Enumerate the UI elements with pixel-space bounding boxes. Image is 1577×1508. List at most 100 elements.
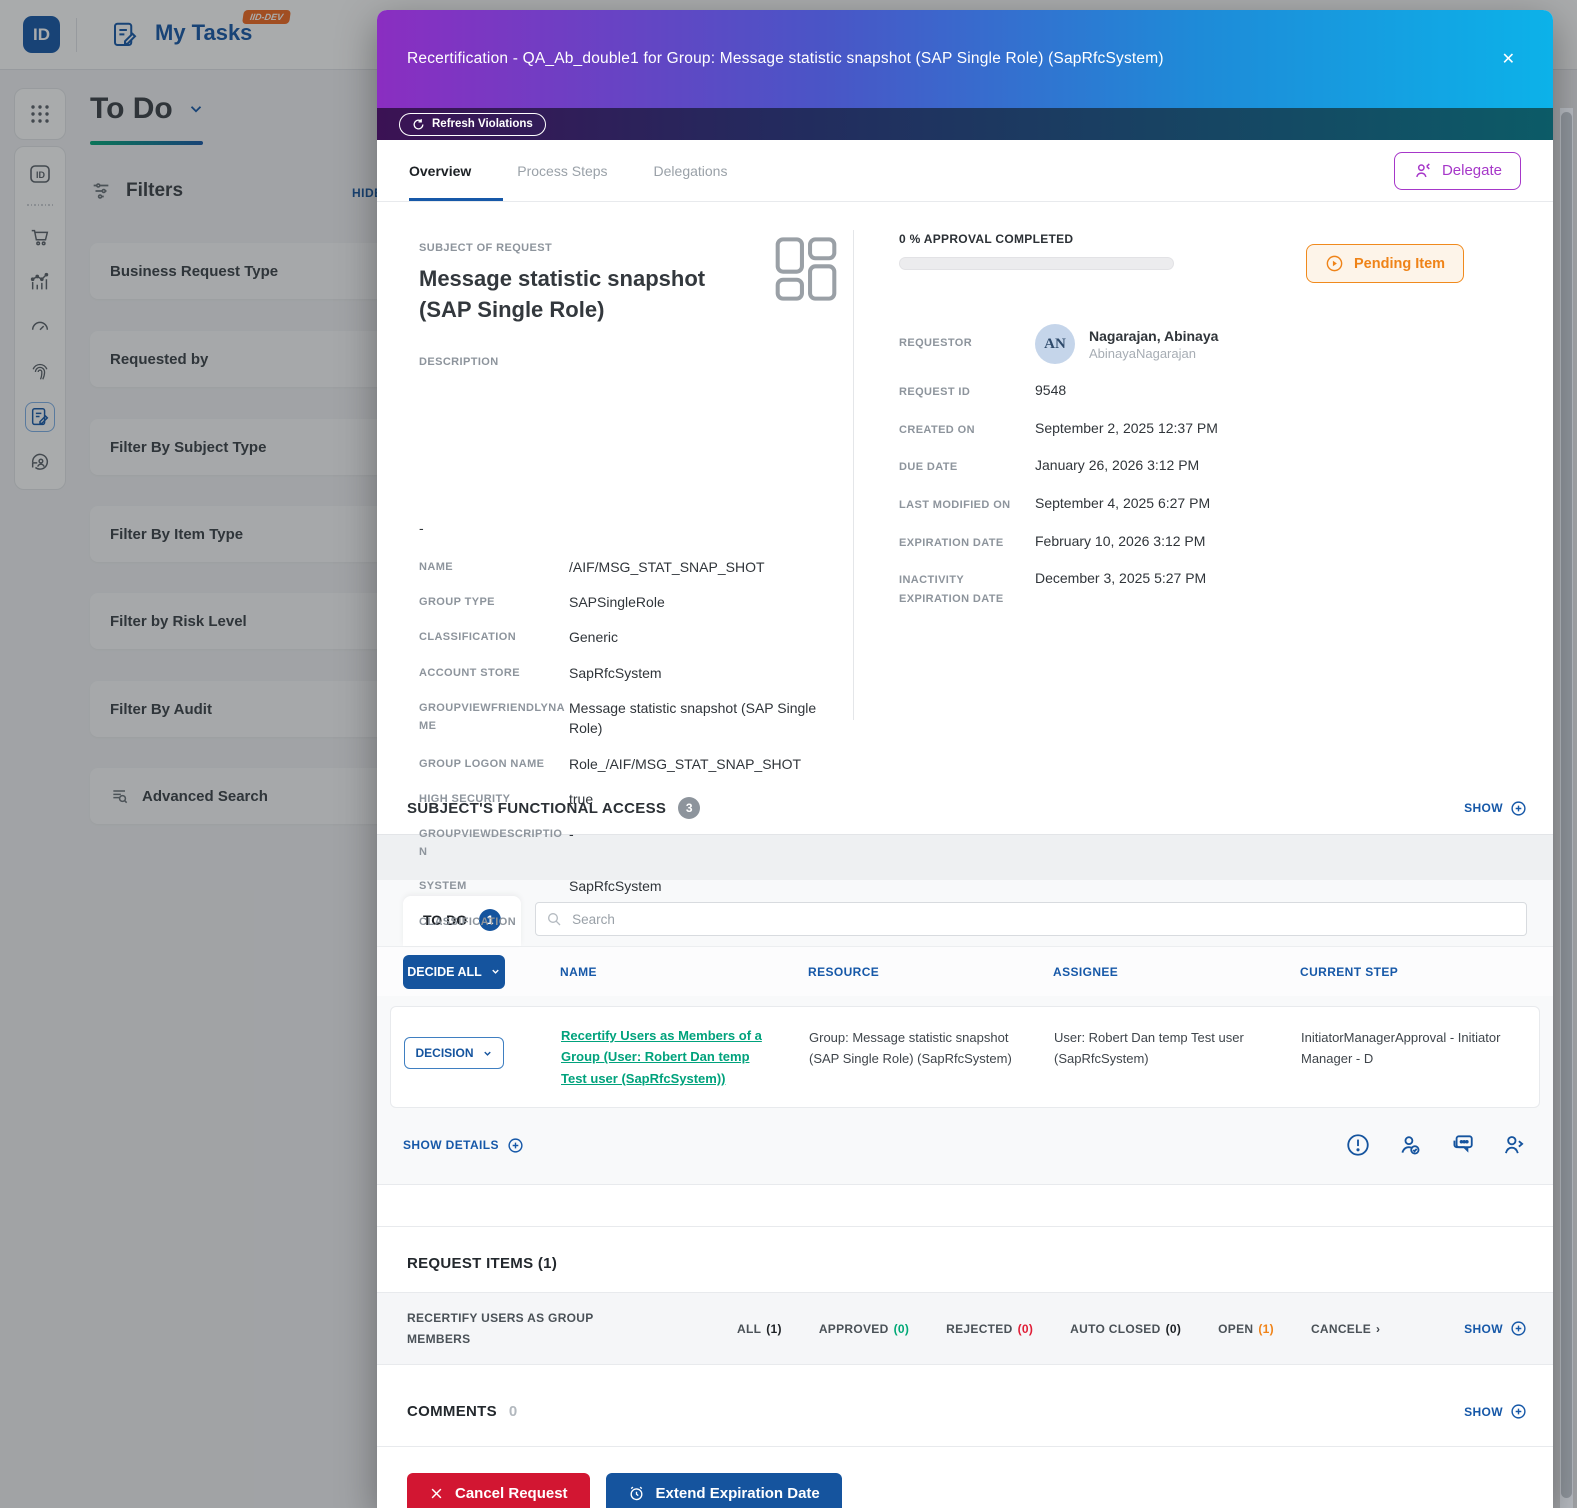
chevron-down-icon — [492, 969, 499, 974]
search-input[interactable] — [535, 902, 1527, 936]
delegate-button[interactable]: Delegate — [1393, 151, 1521, 190]
tab-process-steps[interactable]: Process Steps — [517, 163, 607, 179]
search-icon — [548, 913, 561, 926]
field-value: SapRfcSystem — [569, 664, 662, 681]
tab-overview[interactable]: Overview — [409, 163, 471, 179]
modal-footer: Cancel Request Extend Expiration Date — [377, 1447, 1553, 1508]
cancel-request-button[interactable]: Cancel Request — [407, 1473, 590, 1508]
extend-expiration-button[interactable]: Extend Expiration Date — [605, 1473, 842, 1508]
todo-section: TO DO 1 DECIDE ALL NAME RESOURCE ASSIGNE… — [377, 880, 1553, 1186]
request-items-show-button[interactable]: SHOW — [1464, 1320, 1527, 1337]
scrollbar-thumb[interactable] — [1561, 112, 1572, 1498]
plus-circle-icon — [1511, 1404, 1526, 1419]
requestor-username: AbinayaNagarajan — [1089, 345, 1196, 361]
field-row: INACTIVITY EXPIRATION DATE December 3, 20… — [899, 569, 1499, 608]
show-details-button[interactable]: SHOW DETAILS — [403, 1137, 524, 1154]
field-label: DESCRIPTION — [419, 355, 499, 368]
comments-count: 0 — [508, 1403, 518, 1421]
functional-access-show-button[interactable]: SHOW — [1464, 800, 1527, 817]
active-tab-indicator — [409, 198, 503, 201]
task-name-link[interactable]: Recertify Users as Members of a Group (U… — [561, 1025, 809, 1089]
field-label: REQUESTOR — [899, 337, 973, 349]
field-row: DESCRIPTION - — [419, 352, 839, 538]
extend-expiration-label: Extend Expiration Date — [655, 1485, 820, 1503]
field-row: ACCOUNT STORE SapRfcSystem — [419, 663, 839, 683]
field-label: DUE DATE — [899, 461, 958, 474]
field-value: 9548 — [1035, 382, 1067, 398]
decision-button[interactable]: DECISION — [404, 1037, 504, 1069]
modal-tabs: Overview Process Steps Delegations Deleg… — [377, 140, 1553, 202]
refresh-icon — [413, 118, 424, 129]
delegate-label: Delegate — [1441, 162, 1502, 179]
status-count: (0) — [1165, 1321, 1182, 1336]
field-value: Generic — [569, 629, 619, 646]
field-label: ACCOUNT STORE — [419, 666, 520, 679]
play-circle-icon — [1326, 255, 1343, 272]
field-label: LAST MODIFIED ON — [899, 499, 1011, 512]
close-icon[interactable]: ✕ — [1494, 45, 1523, 73]
recertification-modal: Recertification - QA_Ab_double1 for Grou… — [377, 10, 1553, 1508]
table-row: DECISION Recertify Users as Members of a… — [390, 1006, 1540, 1109]
field-value: true — [569, 790, 594, 807]
assignee-check-icon[interactable] — [1397, 1132, 1423, 1158]
status-open[interactable]: OPEN (1) — [1218, 1322, 1274, 1336]
field-value: Role_/AIF/MSG_STAT_SNAP_SHOT — [569, 755, 802, 772]
subject-title: Message statistic snapshot (SAP Single R… — [419, 266, 706, 322]
row-action-icons — [1345, 1132, 1527, 1158]
comments-section: COMMENTS 0 SHOW — [377, 1377, 1553, 1448]
field-row: CREATED ON September 2, 2025 12:37 PM — [899, 419, 1499, 440]
column-header-assignee: ASSIGNEE — [1053, 964, 1119, 979]
field-row: HIGH SECURITY true — [419, 789, 839, 809]
field-row: NAME/AIF/MSG_STAT_SNAP_SHOT — [419, 557, 839, 577]
modal-title: Recertification - QA_Ab_double1 for Grou… — [407, 50, 1164, 67]
field-value: September 2, 2025 12:37 PM — [1035, 419, 1218, 436]
pending-item-badge: Pending Item — [1306, 244, 1465, 283]
status-count: (1) — [1258, 1321, 1274, 1336]
field-label: GROUP LOGON NAME — [419, 757, 545, 770]
status-count: (0) — [1017, 1321, 1034, 1336]
decide-all-button[interactable]: DECIDE ALL — [403, 954, 505, 989]
cancel-request-label: Cancel Request — [455, 1485, 568, 1503]
field-value: December 3, 2025 5:27 PM — [1035, 570, 1207, 587]
plus-circle-icon — [1511, 800, 1526, 816]
status-label: AUTO CLOSED — [1070, 1321, 1161, 1336]
assignee-cell: User: Robert Dan temp Test user (SapRfcS… — [1054, 1030, 1244, 1067]
status-filters: ALL (1) APPROVED (0) REJECTED (0) AUTO CLOS… — [737, 1322, 1380, 1336]
status-count: (1) — [766, 1321, 782, 1336]
plus-circle-icon — [1511, 1321, 1526, 1336]
alarm-clock-icon — [630, 1486, 643, 1501]
tab-delegations[interactable]: Delegations — [654, 163, 728, 179]
comments-show-button[interactable]: SHOW — [1464, 1403, 1527, 1420]
field-label: SYSTEM — [419, 880, 467, 893]
show-details-row: SHOW DETAILS — [377, 1108, 1553, 1184]
field-label: EXPIRATION DATE — [899, 536, 1004, 549]
screen: ID My Tasks IID-DEV ID To Do Filters HID… — [0, 0, 1577, 1508]
show-label: SHOW — [1464, 801, 1503, 815]
delegate-icon[interactable] — [1501, 1132, 1527, 1158]
chevron-down-icon — [483, 1051, 491, 1056]
status-approved[interactable]: APPROVED (0) — [819, 1322, 909, 1336]
subject-details: SUBJECT OF REQUEST Message statistic sna… — [419, 237, 839, 932]
field-label: CREATED ON — [899, 423, 975, 436]
show-label: SHOW — [1464, 1404, 1503, 1419]
comments-icon[interactable] — [1449, 1132, 1475, 1158]
scrollbar[interactable] — [1560, 108, 1573, 1508]
status-rejected[interactable]: REJECTED (0) — [946, 1322, 1033, 1336]
show-label: SHOW — [1464, 1321, 1503, 1336]
refresh-violations-button[interactable]: Refresh Violations — [399, 112, 546, 136]
field-value: SAPSingleRole — [569, 594, 665, 611]
chevron-right-icon[interactable]: › — [1376, 1322, 1380, 1336]
status-all[interactable]: ALL (1) — [737, 1322, 782, 1336]
alert-icon[interactable] — [1345, 1132, 1371, 1158]
request-details: 0 % APPROVAL COMPLETED Pending Item REQU… — [899, 232, 1499, 609]
search-wrap — [535, 902, 1527, 936]
avatar: AN — [1035, 324, 1075, 364]
status-canceled[interactable]: CANCELE › — [1311, 1322, 1380, 1336]
column-header-resource: RESOURCE — [808, 964, 880, 979]
status-auto-closed[interactable]: AUTO CLOSED (0) — [1070, 1322, 1181, 1336]
field-label: GROUPVIEWFRIENDLYNAME — [419, 702, 565, 732]
status-label: CANCELE — [1310, 1321, 1372, 1336]
field-value: /AIF/MSG_STAT_SNAP_SHOT — [569, 558, 765, 575]
status-label: OPEN — [1218, 1321, 1254, 1336]
status-count: (0) — [893, 1321, 910, 1336]
